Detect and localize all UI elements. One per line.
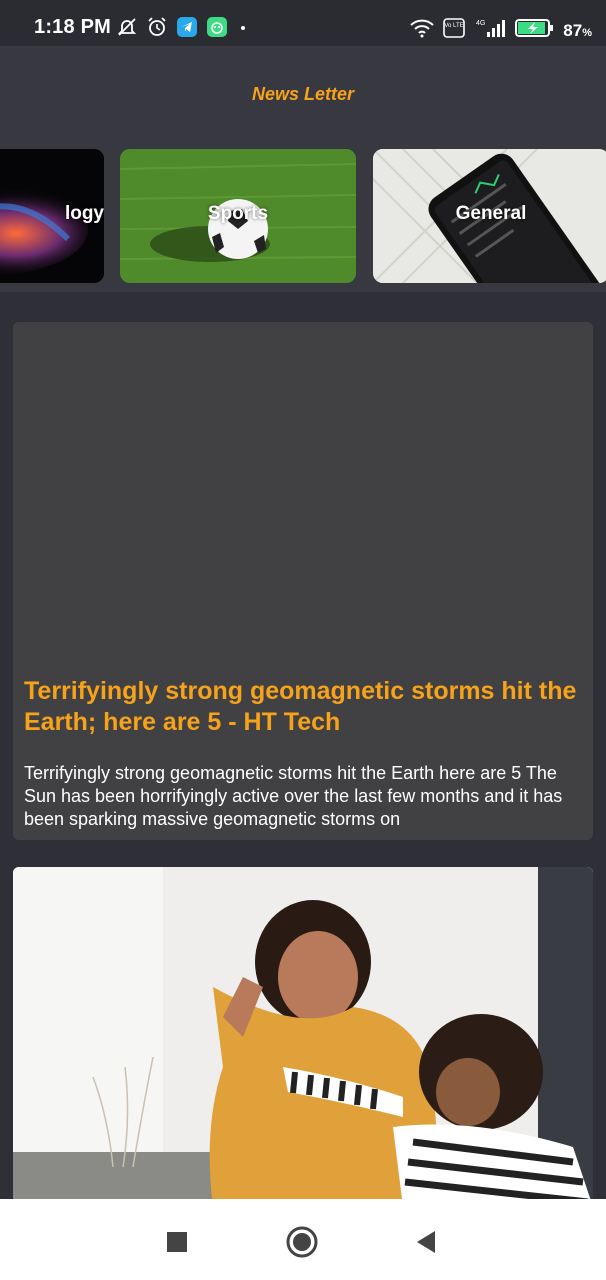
- status-time: 1:18 PM: [34, 16, 111, 38]
- app-title: News Letter: [251, 84, 355, 104]
- muted-bell-icon: [116, 16, 138, 43]
- category-card-technology[interactable]: logy: [0, 149, 104, 283]
- android-app-icon: [206, 16, 228, 43]
- signal-icon: 4G: [473, 18, 507, 43]
- battery-level: 87%: [563, 21, 592, 41]
- volte-icon: Vo LTE: [443, 18, 466, 43]
- app-bar: News Letter: [0, 46, 606, 144]
- dot-icon: [236, 16, 250, 43]
- status-bar: 1:18 PM Vo LTE 4G 87%: [0, 0, 606, 46]
- category-card-sports[interactable]: Sports: [120, 149, 356, 283]
- battery-charging-icon: [515, 18, 555, 43]
- battery-percent-sign: %: [582, 26, 592, 39]
- mother-child-high-five-photo: [13, 867, 593, 1207]
- alarm-icon: [146, 16, 168, 43]
- home-circle-icon[interactable]: [285, 1225, 319, 1259]
- article-card[interactable]: [13, 867, 593, 1207]
- category-label-technology: logy: [64, 203, 104, 224]
- article-title[interactable]: Terrifyingly strong geomagnetic storms h…: [24, 676, 580, 738]
- notification-icons: [116, 16, 250, 43]
- system-navigation-bar: [0, 1199, 606, 1280]
- category-label-sports: Sports: [207, 203, 269, 224]
- category-carousel[interactable]: logy Sports General: [0, 144, 606, 292]
- telegram-icon: [176, 16, 198, 43]
- article-card[interactable]: Terrifyingly strong geomagnetic storms h…: [13, 322, 593, 840]
- network-type: 4G: [476, 20, 485, 27]
- volte-text: Vo LTE: [445, 23, 464, 29]
- battery-percent: 87: [563, 20, 583, 40]
- category-label-general: General: [455, 203, 527, 224]
- back-triangle-icon[interactable]: [409, 1225, 443, 1259]
- system-icons: Vo LTE 4G 87%: [409, 18, 592, 43]
- category-card-general[interactable]: General: [373, 149, 606, 283]
- article-description: Terrifyingly strong geomagnetic storms h…: [24, 763, 563, 829]
- recents-square-icon[interactable]: [160, 1225, 194, 1259]
- wifi-icon: [409, 18, 435, 43]
